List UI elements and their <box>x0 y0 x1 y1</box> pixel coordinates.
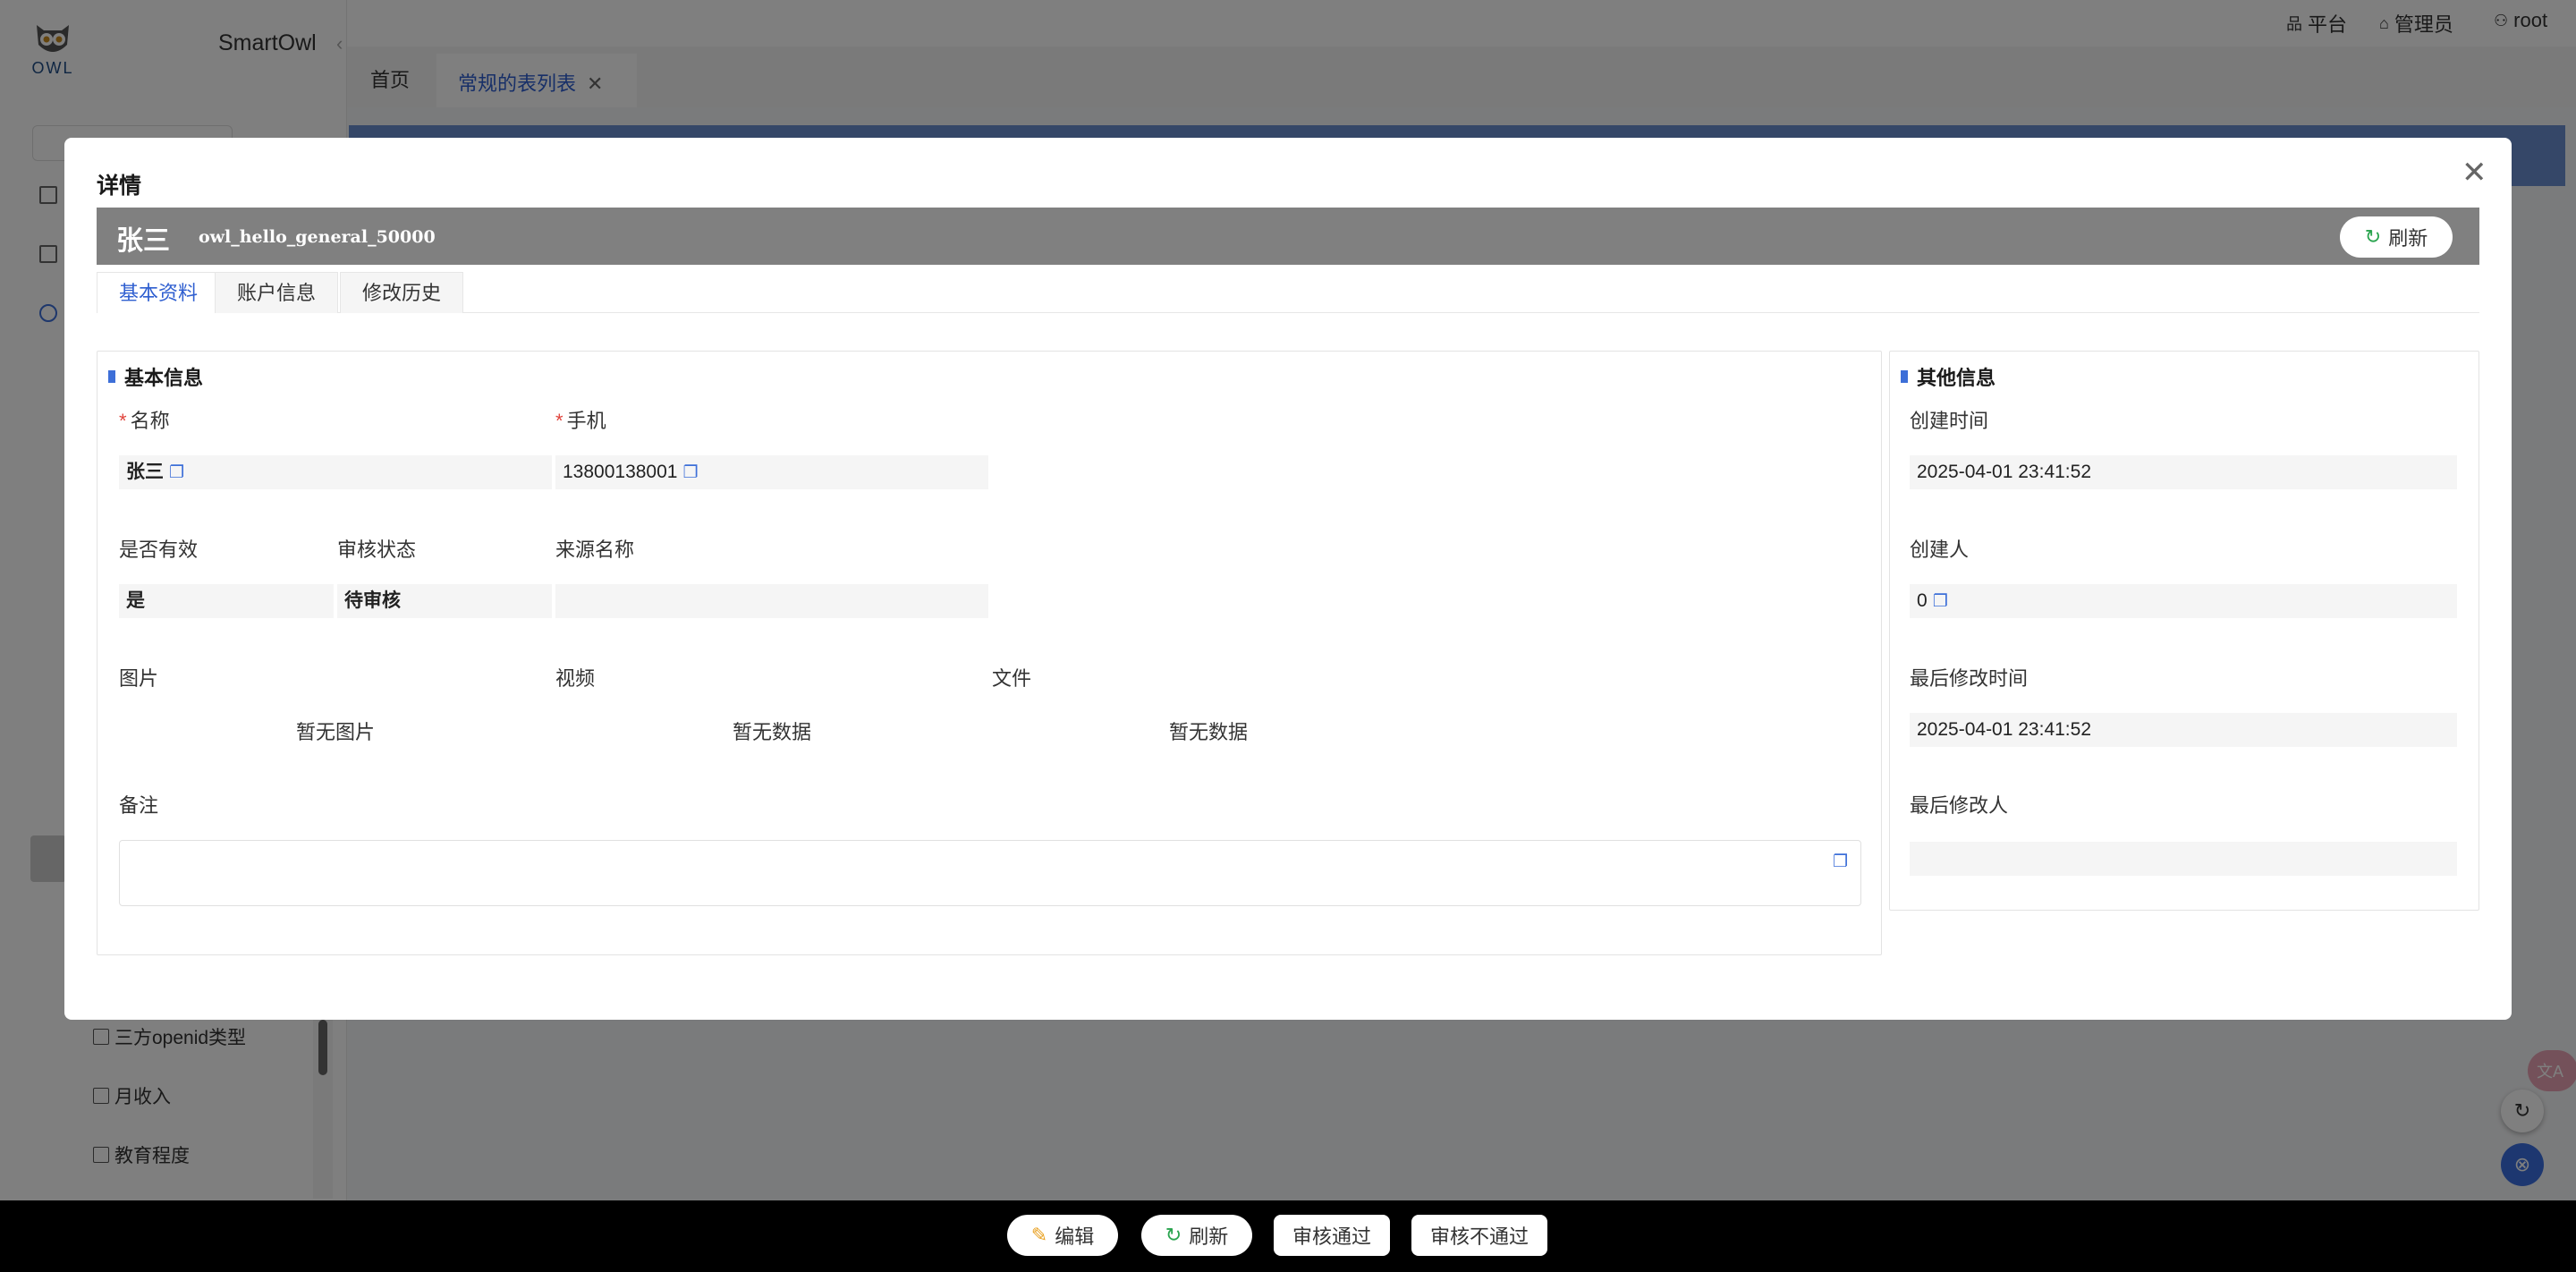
required-mark: * <box>555 410 564 432</box>
copy-icon[interactable]: ❐ <box>682 463 698 482</box>
dialog-title: 详情 <box>97 174 142 199</box>
file-label: 文件 <box>992 667 1032 690</box>
video-empty-text: 暂无数据 <box>733 721 812 743</box>
image-label: 图片 <box>119 667 159 690</box>
creator-label: 创建人 <box>1910 538 1970 561</box>
reject-button[interactable]: 审核不通过 <box>1411 1215 1547 1256</box>
close-icon[interactable]: ✕ <box>2462 157 2487 188</box>
tab-account-info[interactable]: 账户信息 <box>215 272 339 313</box>
copy-icon[interactable]: ❐ <box>1933 592 1948 611</box>
file-empty-text: 暂无数据 <box>1169 721 1249 743</box>
copy-icon[interactable]: ❐ <box>169 463 184 482</box>
refresh-icon: ↻ <box>2364 225 2382 248</box>
basic-info-panel: 基本信息 * 名称 * 手机 张三 ❐ 13800138001 ❐ 是否有效 审核状态 … <box>97 351 1882 955</box>
detail-tabs: 基本资料 账户信息 修改历史 <box>97 272 2479 313</box>
other-info-title: 其他信息 <box>1901 362 1996 391</box>
refresh-button[interactable]: ↻ 刷新 <box>1141 1215 1252 1256</box>
created-time-label: 创建时间 <box>1910 410 1989 432</box>
video-label: 视频 <box>555 667 596 690</box>
record-name: 张三 <box>116 226 170 256</box>
phone-value: 13800138001 ❐ <box>555 455 988 489</box>
audit-status-label: 审核状态 <box>337 538 417 561</box>
other-info-panel: 其他信息 创建时间 2025-04-01 23:41:52 创建人 0 ❐ 最后修… <box>1889 351 2479 911</box>
modifier-label: 最后修改人 <box>1910 794 2009 817</box>
record-id: owl_hello_general_50000 <box>199 227 436 247</box>
phone-label: * 手机 <box>555 410 606 432</box>
source-name-label: 来源名称 <box>555 538 635 561</box>
section-marker <box>1901 370 1908 383</box>
name-value: 张三 ❐ <box>119 455 552 489</box>
creator-value: 0 ❐ <box>1910 584 2457 618</box>
section-marker <box>108 370 115 383</box>
edit-button[interactable]: ✎ 编辑 <box>1007 1215 1118 1256</box>
source-name-value <box>555 584 988 618</box>
record-refresh-button[interactable]: ↻ 刷新 <box>2340 216 2453 258</box>
required-mark: * <box>119 410 127 432</box>
bottom-action-bar: ✎ 编辑 ↻ 刷新 审核通过 审核不通过 <box>0 1200 2576 1272</box>
modified-time-label: 最后修改时间 <box>1910 667 2029 690</box>
audit-status-value: 待审核 <box>337 584 552 618</box>
tab-change-history[interactable]: 修改历史 <box>340 272 464 313</box>
tab-basic-info[interactable]: 基本资料 <box>97 272 221 313</box>
image-empty-text: 暂无图片 <box>296 721 376 743</box>
valid-value: 是 <box>119 584 334 618</box>
approve-button[interactable]: 审核通过 <box>1274 1215 1390 1256</box>
created-time-value: 2025-04-01 23:41:52 <box>1910 455 2457 489</box>
name-label: * 名称 <box>119 410 170 432</box>
valid-label: 是否有效 <box>119 538 199 561</box>
refresh-icon: ↻ <box>1165 1224 1182 1246</box>
remark-value: ❐ <box>119 840 1861 906</box>
edit-icon: ✎ <box>1030 1224 1048 1246</box>
record-header: 张三 owl_hello_general_50000 ↻ 刷新 <box>97 208 2479 265</box>
detail-dialog: 详情 ✕ 张三 owl_hello_general_50000 ↻ 刷新 基本资… <box>64 138 2512 1020</box>
modifier-value <box>1910 842 2457 876</box>
remark-label: 备注 <box>119 794 159 817</box>
copy-icon[interactable]: ❐ <box>1833 852 1848 872</box>
basic-info-title: 基本信息 <box>108 362 203 391</box>
modified-time-value: 2025-04-01 23:41:52 <box>1910 713 2457 747</box>
